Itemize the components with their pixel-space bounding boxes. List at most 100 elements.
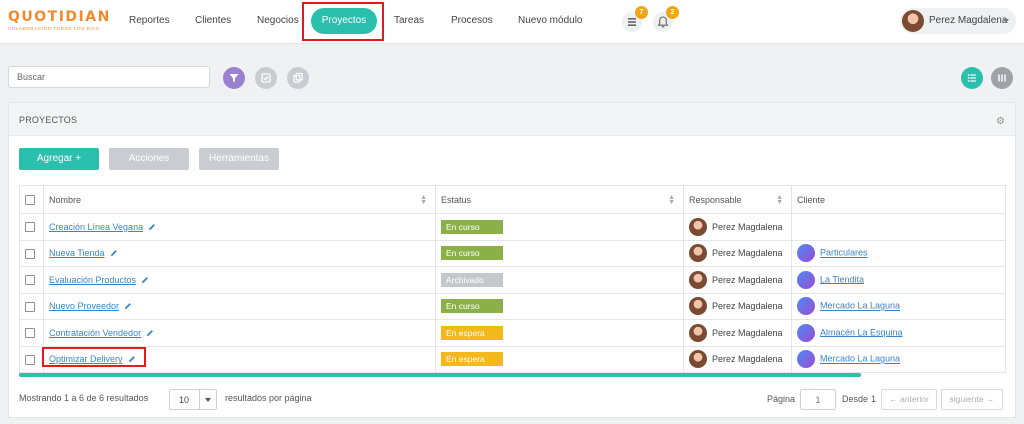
pencil-icon[interactable] <box>110 249 118 257</box>
sort-icon[interactable]: ▲ ▼ <box>776 194 783 206</box>
row-checkbox[interactable] <box>25 354 35 365</box>
sort-icon[interactable]: ▲ ▼ <box>668 194 675 206</box>
add-button[interactable]: Agregar + <box>19 148 99 170</box>
column-label: Nombre <box>49 194 82 205</box>
project-name-link[interactable]: Evaluación Productos <box>49 275 136 285</box>
search-input[interactable] <box>8 66 210 88</box>
responsible-name: Perez Magdalena <box>712 274 783 285</box>
from-label: Desde <box>842 394 869 404</box>
logo-text: QUOTIDIAN <box>8 9 111 25</box>
row-checkbox[interactable] <box>25 222 35 233</box>
column-nombre[interactable]: Nombre ▲ ▼ <box>43 185 436 214</box>
row-checkbox[interactable] <box>25 248 35 259</box>
app-logo[interactable]: QUOTIDIAN COLABORACIÓN TODOS LOS DÍAS <box>8 9 111 36</box>
avatar <box>689 217 707 236</box>
project-name-link[interactable]: Contratación Vendedor <box>49 328 141 338</box>
name-cell: Nueva Tienda <box>43 239 436 267</box>
responsible-name: Perez Magdalena <box>712 248 783 259</box>
client-avatar <box>797 270 815 289</box>
copy-icon <box>293 72 303 83</box>
row-checkbox[interactable] <box>25 301 35 312</box>
select-all-cell[interactable] <box>19 185 44 214</box>
nav-procesos[interactable]: Procesos <box>451 15 493 26</box>
table-body: Creación Línea Vegana En curso Perez Magda… <box>19 213 1006 373</box>
row-select-cell[interactable] <box>19 213 44 241</box>
pencil-icon[interactable] <box>124 302 132 310</box>
table-row[interactable]: Contratación Vendedor En espera Perez Magd… <box>19 319 1006 347</box>
nav-reportes[interactable]: Reportes <box>129 15 170 26</box>
project-name-link[interactable]: Optimizar Delivery <box>49 354 123 364</box>
project-name-link[interactable]: Nuevo Proveedor <box>49 301 119 311</box>
row-select-cell[interactable] <box>19 345 44 373</box>
sort-icon[interactable]: ▲ ▼ <box>420 194 427 206</box>
pencil-icon[interactable] <box>148 223 156 231</box>
select-all-checkbox[interactable] <box>25 194 35 205</box>
row-checkbox[interactable] <box>25 275 35 286</box>
nav-clientes[interactable]: Clientes <box>195 15 231 26</box>
client-link[interactable]: Mercado La Laguna <box>820 354 900 364</box>
nav-nuevo-modulo[interactable]: Nuevo módulo <box>518 15 582 26</box>
client-link[interactable]: Particulares <box>820 248 868 258</box>
checkbox-icon <box>261 73 271 83</box>
status-badge: En curso <box>441 299 503 314</box>
client-link[interactable]: La Tiendita <box>820 274 864 284</box>
table-row[interactable]: Evaluación Productos Archivado Perez Magda… <box>19 266 1006 294</box>
select-divider <box>199 390 200 409</box>
page-number-input[interactable] <box>800 389 836 410</box>
status-badge: En curso <box>441 219 503 234</box>
actions-button[interactable]: Acciones <box>109 148 189 170</box>
gear-icon[interactable]: ⚙ <box>996 116 1005 127</box>
column-cliente[interactable]: Cliente <box>791 185 1006 214</box>
row-select-cell[interactable] <box>19 319 44 347</box>
responsible-cell: Perez Magdalena <box>683 319 792 347</box>
notifications-badge: 2 <box>666 6 679 19</box>
status-cell: Archivado <box>435 266 684 294</box>
avatar <box>902 10 924 32</box>
page-label: Página <box>767 394 796 404</box>
client-link[interactable]: Mercado La Laguna <box>820 301 900 311</box>
column-responsable[interactable]: Responsable ▲ ▼ <box>683 185 792 214</box>
row-checkbox[interactable] <box>25 328 35 339</box>
per-page-select[interactable]: 10 <box>169 389 217 410</box>
horizontal-scrollbar[interactable] <box>19 373 861 377</box>
row-select-cell[interactable] <box>19 239 44 267</box>
nav-tareas[interactable]: Tareas <box>394 15 424 26</box>
column-estatus[interactable]: Estatus ▲ ▼ <box>435 185 684 214</box>
tools-button[interactable]: Herramientas <box>199 148 279 170</box>
table-row[interactable]: Optimizar Delivery En espera Perez Magdale… <box>19 345 1006 373</box>
columns-view-button[interactable] <box>991 67 1013 89</box>
responsible-cell: Perez Magdalena <box>683 239 792 267</box>
checklist-button[interactable] <box>255 67 277 89</box>
client-cell: Particulares <box>791 239 1006 267</box>
previous-page-button[interactable]: ← anterior <box>881 389 937 410</box>
projects-table: Nombre ▲ ▼ Estatus ▲ ▼ Responsable ▲ ▼ Cliente… <box>19 185 1006 373</box>
nav-negocios[interactable]: Negocios <box>257 15 299 26</box>
client-avatar <box>797 323 815 342</box>
table-row[interactable]: Creación Línea Vegana En curso Perez Magda… <box>19 213 1006 241</box>
user-menu[interactable]: Perez Magdalena <box>900 8 1016 34</box>
row-select-cell[interactable] <box>19 266 44 294</box>
project-name-link[interactable]: Nueva Tienda <box>49 248 105 258</box>
from-value: 1 <box>871 394 877 404</box>
pencil-icon[interactable] <box>146 329 154 337</box>
pencil-icon[interactable] <box>141 276 149 284</box>
responsible-name: Perez Magdalena <box>712 354 783 365</box>
nav-proyectos[interactable]: Proyectos <box>311 8 377 34</box>
client-link[interactable]: Almacén La Esquina <box>820 327 903 337</box>
pencil-icon[interactable] <box>128 355 136 363</box>
tasks-list-button[interactable]: 7 <box>622 6 648 32</box>
notifications-button[interactable]: 2 <box>653 6 679 32</box>
next-page-button[interactable]: siguiente → <box>941 389 1003 410</box>
table-row[interactable]: Nueva Tienda En curso Perez Magdalena Parti… <box>19 239 1006 267</box>
copy-button[interactable] <box>287 67 309 89</box>
filter-button[interactable] <box>223 67 245 89</box>
table-row[interactable]: Nuevo Proveedor En curso Perez Magdalena Me… <box>19 292 1006 320</box>
column-label: Responsable <box>689 194 742 205</box>
status-cell: En curso <box>435 292 684 320</box>
row-select-cell[interactable] <box>19 292 44 320</box>
project-name-link[interactable]: Creación Línea Vegana <box>49 222 143 232</box>
list-view-button[interactable] <box>961 67 983 89</box>
table-header-row: Nombre ▲ ▼ Estatus ▲ ▼ Responsable ▲ ▼ Cliente <box>19 185 1006 214</box>
top-navbar: QUOTIDIAN COLABORACIÓN TODOS LOS DÍAS Re… <box>0 0 1024 44</box>
responsible-cell: Perez Magdalena <box>683 266 792 294</box>
